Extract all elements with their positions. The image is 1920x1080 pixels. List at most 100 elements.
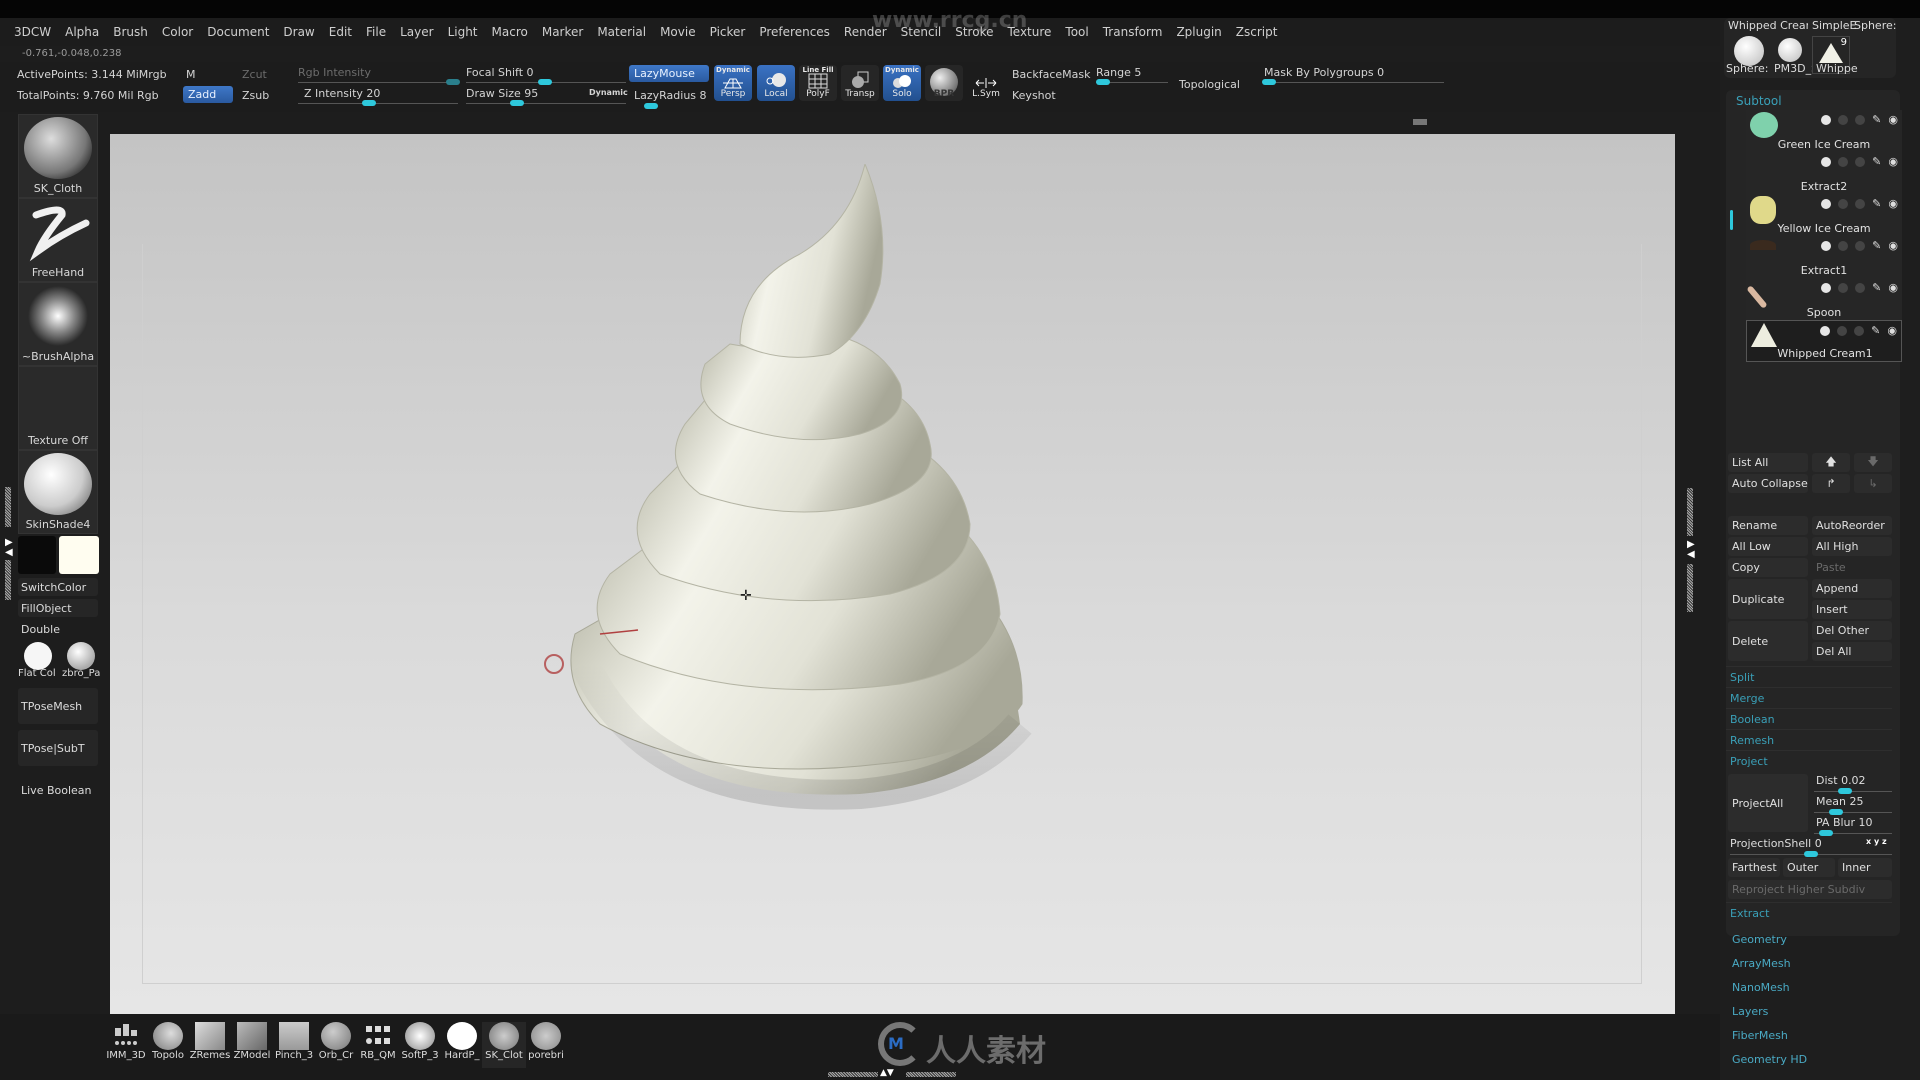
double-button[interactable]: Double bbox=[18, 620, 98, 638]
copy-button[interactable]: Copy bbox=[1728, 558, 1808, 577]
menu-draw[interactable]: Draw bbox=[283, 25, 314, 39]
subtool-row[interactable]: ✎ ◉ Spoon bbox=[1746, 278, 1902, 320]
mask-toggle-icon[interactable] bbox=[1855, 240, 1866, 251]
menu-brush[interactable]: Brush bbox=[113, 25, 148, 39]
project-all-button[interactable]: ProjectAll bbox=[1728, 774, 1808, 832]
whipped-cream-model[interactable] bbox=[410, 164, 1170, 844]
toolbar-collapse-handle[interactable] bbox=[1413, 119, 1427, 125]
del-all-button[interactable]: Del All bbox=[1812, 642, 1892, 661]
local-button[interactable]: Local bbox=[757, 65, 795, 101]
fibermesh-menu[interactable]: FiberMesh bbox=[1732, 1029, 1788, 1042]
mask-toggle-icon[interactable] bbox=[1855, 198, 1866, 209]
bottom-tray-toggle-icon[interactable]: ▲▼ bbox=[880, 1068, 894, 1078]
split-section[interactable]: Split bbox=[1726, 666, 1892, 687]
brush-toggle-icon[interactable]: ✎ bbox=[1872, 239, 1881, 252]
nanomesh-menu[interactable]: NanoMesh bbox=[1732, 981, 1790, 994]
solo-toggle-icon[interactable] bbox=[1838, 114, 1849, 125]
solo-toggle-icon[interactable] bbox=[1838, 282, 1849, 293]
transp-button[interactable]: Transp bbox=[841, 65, 879, 101]
shelf-item-rbqm[interactable]: RB_QM bbox=[356, 1022, 400, 1068]
eye-visibility-icon[interactable]: ◉ bbox=[1888, 281, 1898, 294]
stroke-selector[interactable]: FreeHand bbox=[18, 198, 98, 282]
menu-picker[interactable]: Picker bbox=[710, 25, 746, 39]
eye-visibility-icon[interactable]: ◉ bbox=[1888, 239, 1898, 252]
mask-by-polygroups-knob[interactable] bbox=[1262, 79, 1276, 85]
brush-toggle-icon[interactable]: ✎ bbox=[1872, 281, 1881, 294]
draw-size-knob[interactable] bbox=[510, 100, 524, 106]
rgb-intensity-slider[interactable] bbox=[298, 82, 458, 83]
layers-menu[interactable]: Layers bbox=[1732, 1005, 1768, 1018]
auto-collapse-button[interactable]: Auto Collapse bbox=[1728, 474, 1808, 493]
geometry-menu[interactable]: Geometry bbox=[1732, 933, 1787, 946]
draw-size-slider[interactable] bbox=[466, 103, 626, 104]
right-tray-scroll-lower[interactable] bbox=[1687, 564, 1693, 612]
shelf-item-imm[interactable]: IMM_3D bbox=[104, 1022, 148, 1068]
menu-marker[interactable]: Marker bbox=[542, 25, 583, 39]
project-section[interactable]: Project bbox=[1726, 750, 1892, 771]
projection-shell-knob[interactable] bbox=[1804, 851, 1818, 857]
boolean-section[interactable]: Boolean bbox=[1726, 708, 1892, 729]
zcut-button[interactable]: Zcut bbox=[242, 68, 267, 81]
tool-header-current[interactable]: Whipped Crean bbox=[1728, 19, 1808, 32]
secondary-color-swatch[interactable] bbox=[59, 536, 99, 574]
shelf-item-hardp[interactable]: HardP_ bbox=[440, 1022, 484, 1068]
subtool-row[interactable]: ✎ ◉ Yellow Ice Cream bbox=[1746, 194, 1902, 236]
shelf-item-porebrush[interactable]: porebri bbox=[524, 1022, 568, 1068]
menu-material[interactable]: Material bbox=[597, 25, 646, 39]
move-up-arrow-icon[interactable]: 🡅 bbox=[1812, 453, 1850, 472]
menu-movie[interactable]: Movie bbox=[660, 25, 696, 39]
polypaint-toggle-icon[interactable] bbox=[1821, 156, 1832, 167]
mask-toggle-icon[interactable] bbox=[1854, 325, 1865, 336]
menu-zscript[interactable]: Zscript bbox=[1236, 25, 1278, 39]
polypaint-toggle-icon[interactable] bbox=[1821, 282, 1832, 293]
topological-button[interactable]: Topological bbox=[1179, 78, 1240, 91]
z-intensity-slider[interactable] bbox=[298, 103, 458, 104]
left-tray-toggle-icon[interactable]: ▶ ◀ bbox=[5, 538, 13, 558]
right-tray-scroll[interactable] bbox=[1687, 488, 1693, 536]
lazymouse-button[interactable]: LazyMouse bbox=[629, 65, 709, 82]
list-all-button[interactable]: List All bbox=[1728, 453, 1808, 472]
move-up-subtool-icon[interactable]: ↱ bbox=[1812, 474, 1850, 493]
arraymesh-menu[interactable]: ArrayMesh bbox=[1732, 957, 1791, 970]
menu-macro[interactable]: Macro bbox=[492, 25, 528, 39]
delete-button[interactable]: Delete bbox=[1728, 621, 1808, 661]
menu-transform[interactable]: Transform bbox=[1103, 25, 1163, 39]
farthest-button[interactable]: Farthest bbox=[1728, 858, 1780, 877]
bottom-tray-scroll[interactable] bbox=[828, 1072, 878, 1077]
polypaint-toggle-icon[interactable] bbox=[1820, 325, 1831, 336]
eye-visibility-icon[interactable]: ◉ bbox=[1888, 155, 1898, 168]
solo-toggle-icon[interactable] bbox=[1837, 325, 1848, 336]
subtool-row[interactable]: ✎ ◉ Extract1 bbox=[1746, 236, 1902, 278]
solo-button[interactable]: Dynamic Solo bbox=[883, 65, 921, 101]
outer-button[interactable]: Outer bbox=[1783, 858, 1835, 877]
rename-button[interactable]: Rename bbox=[1728, 516, 1808, 535]
menu-layer[interactable]: Layer bbox=[400, 25, 433, 39]
dist-slider[interactable] bbox=[1814, 791, 1892, 792]
mean-slider[interactable] bbox=[1814, 812, 1892, 813]
polypaint-toggle-icon[interactable] bbox=[1821, 198, 1832, 209]
solo-toggle-icon[interactable] bbox=[1838, 198, 1849, 209]
brush-selector[interactable]: SK_Cloth bbox=[18, 114, 98, 198]
tpose-mesh-button[interactable]: TPoseMesh bbox=[18, 688, 98, 724]
m-button[interactable]: M bbox=[186, 68, 196, 81]
all-high-button[interactable]: All High bbox=[1812, 537, 1892, 556]
primary-color-swatch[interactable] bbox=[18, 536, 56, 574]
menu-alpha[interactable]: Alpha bbox=[65, 25, 99, 39]
subtool-row[interactable]: ✎ ◉ Green Ice Cream bbox=[1746, 110, 1902, 152]
persp-button[interactable]: Dynamic Persp bbox=[714, 65, 752, 101]
dynamic-toggle[interactable]: Dynamic bbox=[589, 88, 628, 97]
brush-toggle-icon[interactable]: ✎ bbox=[1872, 197, 1881, 210]
polypaint-toggle-icon[interactable] bbox=[1821, 114, 1832, 125]
lazyradius-knob[interactable] bbox=[644, 103, 658, 109]
del-other-button[interactable]: Del Other bbox=[1812, 621, 1892, 640]
flat-color-material-icon[interactable] bbox=[24, 642, 52, 670]
alpha-selector[interactable]: ~BrushAlpha bbox=[18, 282, 98, 366]
keyshot-button[interactable]: Keyshot bbox=[1012, 89, 1056, 102]
shelf-item-pinch[interactable]: Pinch_3 bbox=[272, 1022, 316, 1068]
menu-3dcw[interactable]: 3DCW bbox=[14, 25, 51, 39]
subtool-scrollbar[interactable] bbox=[1730, 210, 1733, 230]
geometry-hd-menu[interactable]: Geometry HD bbox=[1732, 1053, 1807, 1066]
xyz-axis-toggle[interactable]: x y z bbox=[1866, 837, 1887, 846]
eye-visibility-icon[interactable]: ◉ bbox=[1888, 197, 1898, 210]
menu-file[interactable]: File bbox=[366, 25, 386, 39]
